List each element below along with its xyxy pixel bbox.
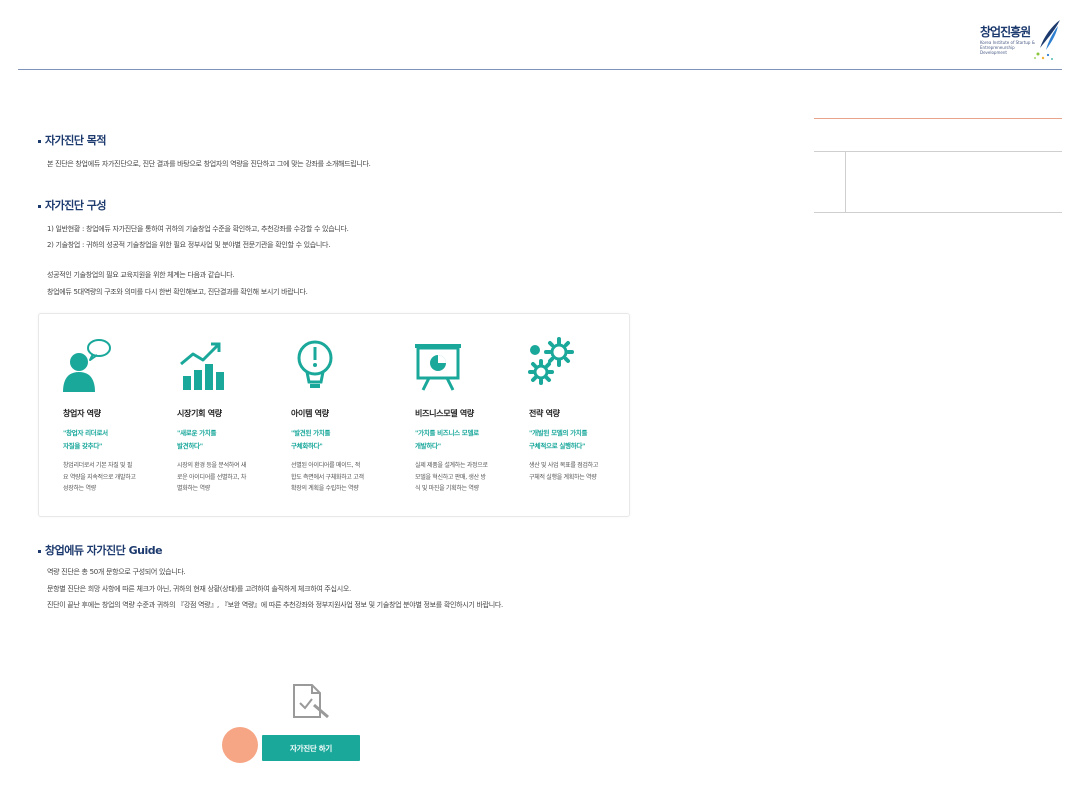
purpose-title: 자가진단 목적: [38, 132, 107, 148]
card-description: 창업리더로서 기본 자질 및 필 요 역량을 지속적으로 개발하고 성장하는 역…: [63, 462, 136, 492]
card-description: 실제 제품을 설계하는 과정으로 모델을 혁신하고 판매, 생산 방 식 및 마…: [415, 462, 488, 492]
strategy-gears-icon: [528, 337, 574, 385]
competency-card-business-model: 비즈니스모델 역량 "가치를 비즈니스 모델로 개발하다" 실제 제품을 설계하…: [391, 314, 503, 514]
card-description: 생산 및 사업 목표를 점검하고 구체적 실행을 계획하는 역량: [529, 462, 599, 481]
competency-card-entrepreneur: 창업자 역량 "창업자 리더로서 자질을 갖추다" 창업리더로서 기본 자질 및…: [39, 314, 151, 514]
card-quote: "개발된 모델의 가치를 구체적으로 실행하다": [529, 429, 588, 450]
structure-title: 자가진단 구성: [38, 197, 107, 213]
entrepreneur-icon: [63, 339, 111, 392]
competency-card-item: 아이템 역량 "발견된 가치를 구체화하다" 선별된 아이디어를 메이드, 적 …: [267, 314, 379, 514]
presentation-board-icon: [415, 344, 461, 391]
side-panel: [814, 118, 1062, 213]
logo-subtext: Korea Institute of Startup & Entrepreneu…: [980, 40, 1035, 55]
idea-bulb-icon: [297, 340, 333, 388]
guide-line-1: 역량 진단은 총 50개 문항으로 구성되어 있습니다.: [47, 568, 186, 576]
competency-cards: 창업자 역량 "창업자 리더로서 자질을 갖추다" 창업리더로서 기본 자질 및…: [38, 313, 630, 517]
side-panel-top-line: [814, 118, 1062, 119]
card-quote: "새로운 가치를 발견하다": [177, 429, 217, 450]
card-quote: "발견된 가치를 구체화하다": [291, 429, 331, 450]
document-check-icon: [293, 684, 329, 719]
side-panel-vertical-line: [845, 152, 846, 212]
cursor-indicator: [222, 727, 258, 763]
card-description: 시장의 환경 등을 분석하여 새 로운 아이디어를 선별하고, 차 별화하는 역…: [177, 462, 247, 492]
guide-title-text: 창업에듀 자가진단 Guide: [45, 544, 163, 557]
header-divider: [18, 69, 1062, 70]
side-panel-bottom-line: [814, 212, 1062, 213]
card-quote: "가치를 비즈니스 모델로 개발하다": [415, 429, 479, 450]
purpose-text: 본 진단은 창업에듀 자가진단으로, 진단 결과를 바탕으로 창업자의 역량을 …: [47, 160, 371, 168]
guide-line-2: 문항별 진단은 희망 사항에 따른 체크가 아닌, 귀하의 현재 상황(상태)를…: [47, 585, 351, 593]
card-title: 시장기회 역량: [177, 409, 222, 418]
card-title: 아이템 역량: [291, 409, 329, 418]
purpose-title-text: 자가진단 목적: [45, 134, 107, 147]
bullet-icon: [38, 549, 41, 553]
structure-title-text: 자가진단 구성: [45, 199, 107, 212]
logo-text: 창업진흥원: [980, 25, 1031, 39]
card-quote: "창업자 리더로서 자질을 갖추다": [63, 429, 108, 450]
market-chart-icon: [180, 342, 224, 390]
structure-line-3: 성공적인 기술창업의 필요 교육지원을 위한 체계는 다음과 같습니다.: [47, 271, 235, 279]
card-title: 창업자 역량: [63, 409, 101, 418]
site-logo[interactable]: 창업진흥원 Korea Institute of Startup & Entre…: [980, 18, 1062, 62]
bullet-icon: [38, 139, 41, 143]
guide-line-3: 진단이 끝난 후에는 창업의 역량 수준과 귀하의 『강점 역량』, 『보완 역…: [47, 601, 503, 609]
guide-title: 창업에듀 자가진단 Guide: [38, 542, 163, 558]
card-title: 전략 역량: [529, 409, 560, 418]
side-panel-mid-line: [814, 151, 1062, 152]
start-self-diagnosis-button[interactable]: 자가진단 하기: [262, 735, 360, 761]
site-header: 창업진흥원 Korea Institute of Startup & Entre…: [0, 0, 1080, 70]
structure-line-4: 창업에듀 5대역량의 구조와 의미를 다시 한번 확인해보고, 진단결과를 확인…: [47, 288, 308, 296]
competency-card-market: 시장기회 역량 "새로운 가치를 발견하다" 시장의 환경 등을 분석하여 새 …: [153, 314, 265, 514]
structure-line-2: 2) 기술창업 : 귀하의 성공적 기술창업을 위한 필요 정부사업 및 분야별…: [47, 241, 331, 249]
card-description: 선별된 아이디어를 메이드, 적 합도 측면에서 구체화하고 고객 확장의 계획…: [291, 462, 364, 492]
competency-card-strategy: 전략 역량 "개발된 모델의 가치를 구체적으로 실행하다" 생산 및 사업 목…: [505, 314, 617, 514]
bullet-icon: [38, 204, 41, 208]
card-title: 비즈니스모델 역량: [415, 409, 474, 418]
structure-line-1: 1) 일반현황 : 창업에듀 자가진단을 통하여 귀하의 기술창업 수준을 확인…: [47, 225, 349, 233]
logo-feather-icon: [1034, 20, 1060, 60]
